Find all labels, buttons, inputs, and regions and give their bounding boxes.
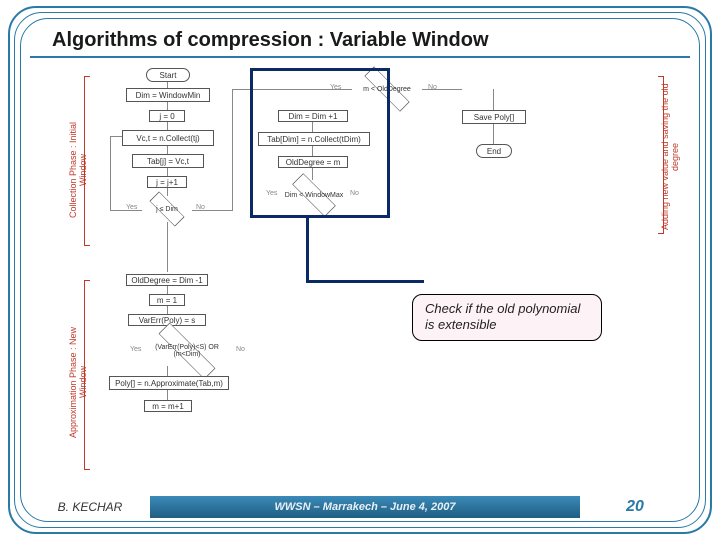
arrow bbox=[232, 89, 233, 211]
footer-author: B. KECHAR bbox=[30, 496, 150, 518]
node-vc: Vc,t = n.Collect(tj) bbox=[122, 130, 214, 146]
footer: B. KECHAR WWSN – Marrakech – June 4, 200… bbox=[30, 496, 690, 518]
node-cond: (VarErr(Poly)<S) OR (m<Dim) bbox=[142, 336, 232, 366]
label-collection: Collection Phase : Initial Window bbox=[68, 110, 88, 230]
node-approx: Poly[] = n.Approximate(Tab,m) bbox=[109, 376, 229, 390]
highlight-lead-v bbox=[306, 218, 309, 280]
node-mincr: m = m+1 bbox=[144, 400, 192, 412]
highlight-lead-h bbox=[306, 280, 424, 283]
footer-page: 20 bbox=[580, 496, 690, 518]
callout-text: Check if the old polynomial is extensibl… bbox=[425, 301, 580, 332]
node-dim-wmin: Dim = WindowMin bbox=[126, 88, 210, 102]
node-end: End bbox=[476, 144, 512, 158]
node-jincr: j = j+1 bbox=[147, 176, 187, 188]
arrow bbox=[167, 188, 168, 196]
arrow bbox=[167, 222, 168, 272]
edge-yes: Yes bbox=[130, 346, 141, 353]
node-save: Save Poly[] bbox=[462, 110, 526, 124]
node-j0: j = 0 bbox=[149, 110, 185, 122]
arrow bbox=[167, 168, 168, 176]
arrow bbox=[422, 89, 462, 90]
arrow bbox=[493, 124, 494, 144]
arrow bbox=[167, 146, 168, 154]
arrow bbox=[167, 102, 168, 110]
highlight-box bbox=[250, 68, 390, 218]
arrow bbox=[110, 136, 122, 137]
content-area: Collection Phase : Initial Window Approx… bbox=[34, 62, 686, 492]
callout: Check if the old polynomial is extensibl… bbox=[412, 294, 602, 341]
arrow bbox=[110, 210, 142, 211]
node-start: Start bbox=[146, 68, 190, 82]
arrow bbox=[167, 306, 168, 314]
node-olddeg: OldDegree = Dim -1 bbox=[126, 274, 208, 286]
footer-center: WWSN – Marrakech – June 4, 2007 bbox=[150, 496, 580, 518]
arrow bbox=[192, 210, 232, 211]
arrow bbox=[167, 390, 168, 400]
node-jdim: j ≤ Dim bbox=[142, 196, 192, 222]
edge-no: No bbox=[236, 346, 245, 353]
node-tabj: Tab[j] = Vc,t bbox=[132, 154, 204, 168]
label-approx: Approximation Phase : New Window bbox=[68, 312, 88, 452]
arrow bbox=[167, 286, 168, 294]
arrow bbox=[110, 136, 111, 210]
label-right: Adding new value and saving the old degr… bbox=[660, 82, 680, 232]
slide-title: Algorithms of compression : Variable Win… bbox=[30, 29, 489, 52]
arrow bbox=[167, 122, 168, 130]
node-m1: m = 1 bbox=[149, 294, 185, 306]
title-bar: Algorithms of compression : Variable Win… bbox=[30, 24, 690, 58]
arrow bbox=[167, 366, 168, 376]
arrow bbox=[493, 89, 494, 110]
